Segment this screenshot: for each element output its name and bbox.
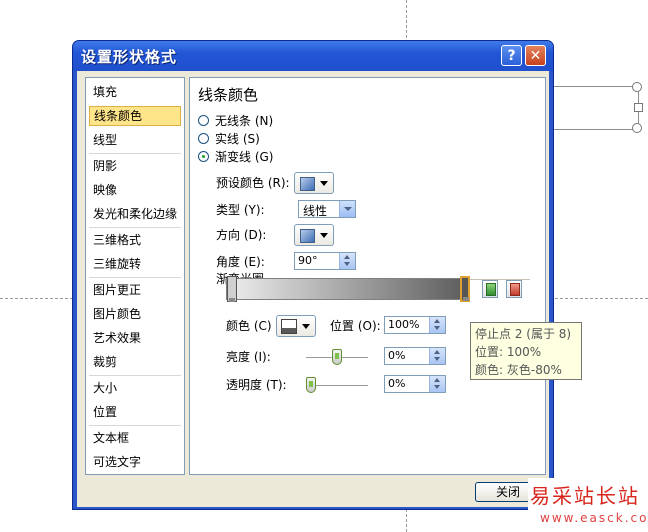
spin-buttons[interactable] [429,317,445,333]
spin-down-icon [434,326,440,330]
tooltip-color: 颜色: 灰色-80% [475,363,562,377]
angle-value[interactable]: 90° [298,254,318,267]
add-gradient-stop-button[interactable] [482,280,498,298]
gradient-direction-icon [300,229,315,243]
stop-color-button[interactable] [276,315,316,337]
tooltip-position: 位置: 100% [475,345,542,359]
nav-item-picture-color[interactable]: 图片颜色 [89,304,181,324]
dialog-title: 设置形状格式 [81,48,178,66]
radio-label: 渐变线 (G) [215,150,274,164]
nav-item-size[interactable]: 大小 [89,378,181,398]
watermark-text: 易采站长站 [530,484,640,508]
nav-separator [89,375,181,376]
spin-buttons[interactable] [429,376,445,392]
dropdown-arrow-icon [320,181,328,186]
radio-button-checked[interactable] [198,151,209,162]
radio-button[interactable] [198,115,209,126]
nav-item-position[interactable]: 位置 [89,402,181,422]
nav-item-crop[interactable]: 裁剪 [89,352,181,372]
gradient-stop-1[interactable] [227,276,237,302]
transparency-slider-thumb[interactable] [306,377,316,393]
format-shape-dialog: 设置形状格式 ? ✕ 填充 线条颜色 线型 阴影 映像 发光和柔化边缘 三维格式… [72,40,554,510]
position-spinner[interactable]: 100% [384,316,446,334]
watermark-url: www.easck.com [540,511,648,525]
nav-item-shadow[interactable]: 阴影 [89,156,181,176]
chevron-down-icon[interactable] [339,201,355,217]
line-color-panel: 线条颜色 无线条 (N) 实线 (S) 渐变线 (G) 预设颜色 (R): 类型… [189,77,546,475]
radio-label: 实线 (S) [215,132,260,146]
close-window-button[interactable]: ✕ [525,45,546,66]
angle-label: 角度 (E): [216,255,265,269]
remove-stop-icon [510,283,520,296]
nav-item-reflection[interactable]: 映像 [89,180,181,200]
nav-item-artistic-effects[interactable]: 艺术效果 [89,328,181,348]
gradient-stop-2-selected[interactable] [460,276,470,302]
spin-up-icon [434,350,440,354]
brightness-slider-thumb[interactable] [332,349,342,365]
brightness-label: 亮度 (I): [226,350,271,364]
spin-buttons[interactable] [429,348,445,364]
brightness-value[interactable]: 0% [388,349,405,362]
remove-gradient-stop-button[interactable] [506,280,522,298]
gradient-swatch-icon [300,177,315,191]
nav-separator [89,425,181,426]
spin-up-icon [434,319,440,323]
spin-down-icon [344,262,350,266]
type-label: 类型 (Y): [216,203,265,217]
type-select[interactable]: 线性 [298,200,356,218]
paint-bucket-icon [281,319,297,334]
nav-item-picture-corrections[interactable]: 图片更正 [89,280,181,300]
transparency-label: 透明度 (T): [226,378,287,392]
category-list: 填充 线条颜色 线型 阴影 映像 发光和柔化边缘 三维格式 三维旋转 图片更正 … [85,77,185,475]
nav-separator [89,227,181,228]
radio-button[interactable] [198,133,209,144]
nav-item-fill[interactable]: 填充 [89,82,181,102]
nav-item-3d-format[interactable]: 三维格式 [89,230,181,250]
nav-item-glow-soft-edges[interactable]: 发光和柔化边缘 [89,204,181,224]
resize-handle-top-right[interactable] [632,82,642,92]
position-label: 位置 (O): [330,319,381,333]
spin-down-icon [434,385,440,389]
add-stop-icon [486,283,496,296]
transparency-value[interactable]: 0% [388,377,405,390]
site-watermark: 易采站长站 www.easck.com [528,478,648,532]
nav-item-line-color[interactable]: 线条颜色 [89,106,181,126]
dropdown-arrow-icon [302,324,310,329]
nav-item-3d-rotation[interactable]: 三维旋转 [89,254,181,274]
nav-separator [89,153,181,154]
gradient-stops-bar[interactable] [226,278,468,300]
nav-separator [89,277,181,278]
preset-colors-button[interactable] [294,172,334,194]
close-icon: ✕ [529,48,542,64]
dialog-titlebar[interactable]: 设置形状格式 ? ✕ [73,41,553,71]
nav-item-text-box[interactable]: 文本框 [89,428,181,448]
panel-title: 线条颜色 [198,86,259,104]
angle-spinner[interactable]: 90° [294,252,356,270]
transparency-spinner[interactable]: 0% [384,375,446,393]
position-value[interactable]: 100% [388,318,419,331]
gradient-stop-tooltip: 停止点 2 (属于 8) 位置: 100% 颜色: 灰色-80% [470,322,582,380]
brightness-spinner[interactable]: 0% [384,347,446,365]
nav-item-line-style[interactable]: 线型 [89,130,181,150]
color-label: 颜色 (C) [226,319,272,333]
spin-down-icon [434,357,440,361]
dialog-client-area: 填充 线条颜色 线型 阴影 映像 发光和柔化边缘 三维格式 三维旋转 图片更正 … [77,71,549,507]
selected-slide-shape[interactable] [546,86,639,130]
direction-button[interactable] [294,224,334,246]
type-select-value: 线性 [303,204,328,218]
direction-label: 方向 (D): [216,228,267,242]
help-button[interactable]: ? [501,45,522,66]
tooltip-stop-index: 停止点 2 (属于 8) [475,327,572,341]
resize-handle-right[interactable] [634,103,643,112]
radio-label: 无线条 (N) [215,114,274,128]
preset-colors-label: 预设颜色 (R): [216,176,290,190]
resize-handle-bottom-right[interactable] [632,123,642,133]
spin-up-icon [434,378,440,382]
dropdown-arrow-icon [320,233,328,238]
nav-item-alt-text[interactable]: 可选文字 [89,452,181,472]
spin-up-icon [344,255,350,259]
spin-buttons[interactable] [339,253,355,269]
